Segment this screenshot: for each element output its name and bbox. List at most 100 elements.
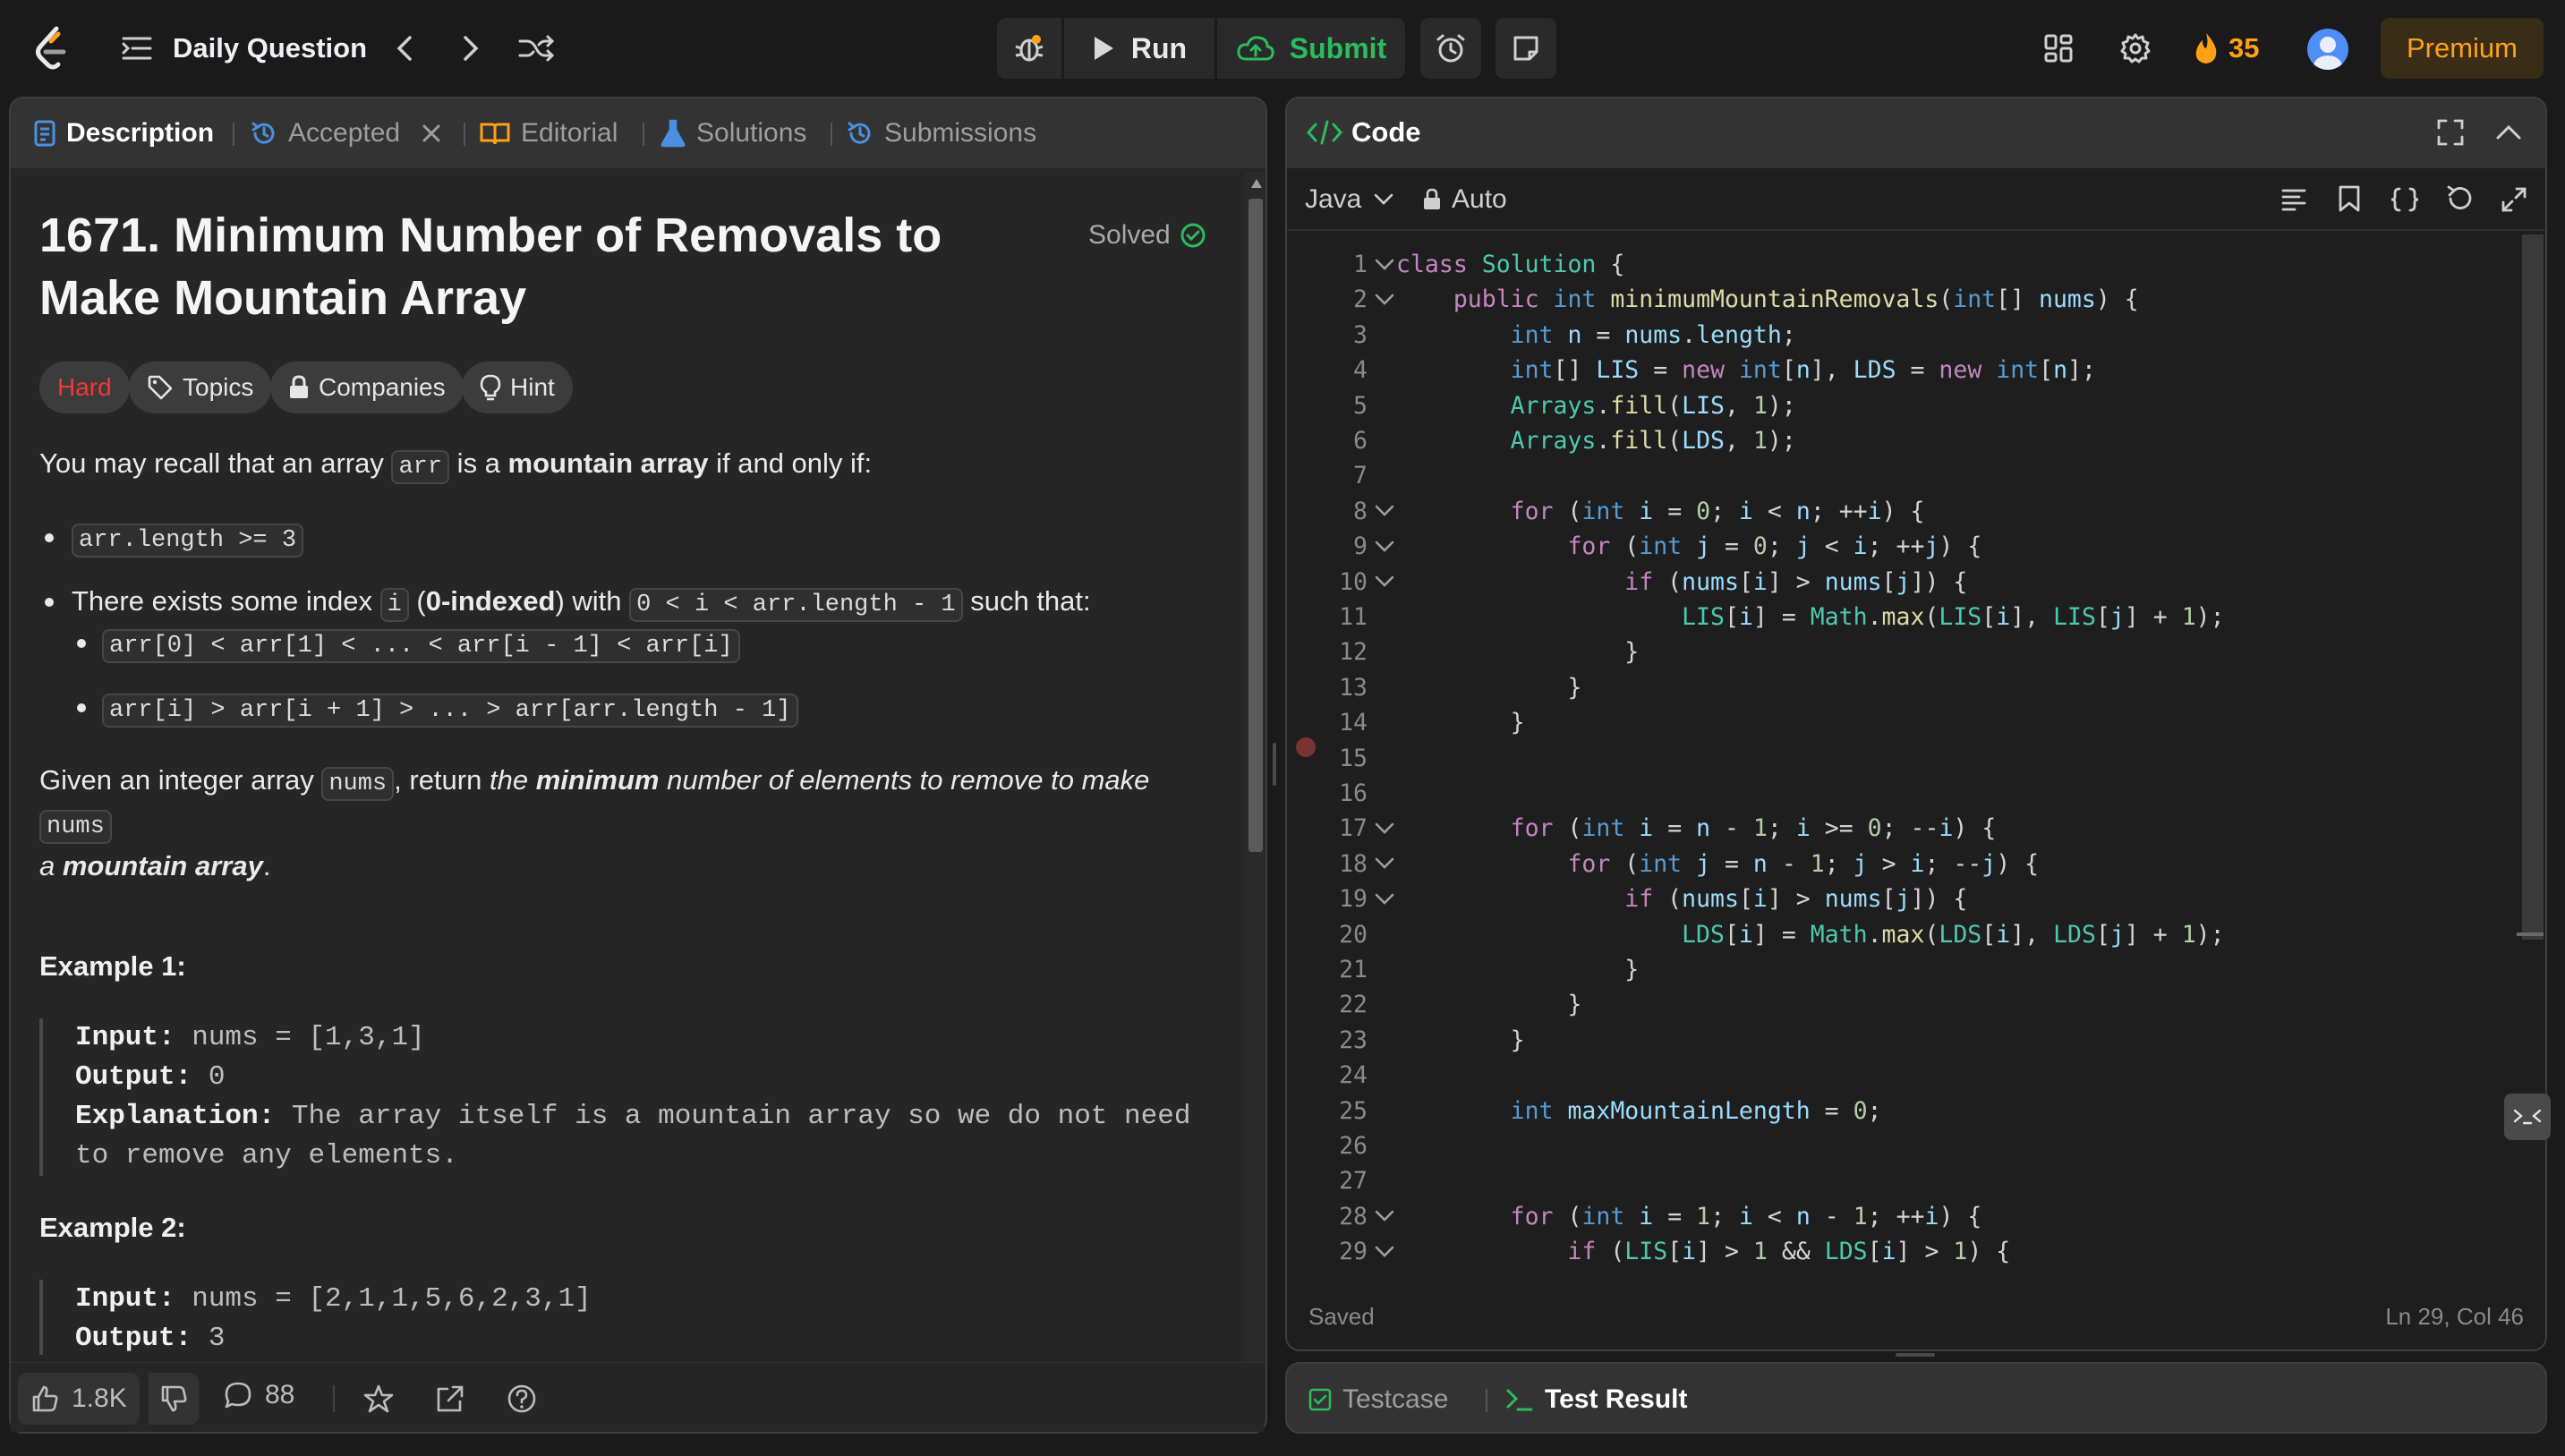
checkbox-icon <box>1308 1388 1332 1411</box>
code-line[interactable]: } <box>1396 987 1581 1022</box>
notes-button[interactable] <box>1496 18 1556 79</box>
code-line[interactable]: int maxMountainLength = 0; <box>1396 1094 1882 1128</box>
code-line[interactable]: } <box>1396 705 1525 740</box>
fold-chevron-icon[interactable] <box>1373 247 1396 282</box>
code-line[interactable]: int[] LIS = new int[n], LDS = new int[n]… <box>1396 353 2096 387</box>
premium-button[interactable]: Premium <box>2381 18 2544 79</box>
code-line[interactable]: if (nums[i] > nums[j]) { <box>1396 881 1967 916</box>
tab-solutions-label: Solutions <box>696 118 807 148</box>
line-number: 29 <box>1339 1238 1368 1266</box>
fold-chevron-icon[interactable] <box>1373 811 1396 846</box>
fold-chevron-icon[interactable] <box>1373 494 1396 529</box>
line-number: 2 <box>1353 285 1368 314</box>
code-line[interactable]: } <box>1396 952 1639 987</box>
bookmark-icon[interactable] <box>2338 184 2361 213</box>
close-tab-icon[interactable] <box>422 123 441 143</box>
tab-test-result[interactable]: Test Result <box>1505 1364 1687 1432</box>
code-line[interactable]: for (int i = 1; i < n - 1; ++i) { <box>1396 1199 1982 1234</box>
previous-question-icon[interactable] <box>388 30 421 66</box>
line-number: 24 <box>1339 1061 1368 1090</box>
tab-divider <box>464 123 465 146</box>
code-line[interactable]: LDS[i] = Math.max(LDS[i], LDS[j] + 1); <box>1396 917 2225 952</box>
code-line[interactable]: LIS[i] = Math.max(LIS[i], LIS[j] + 1); <box>1396 600 2225 634</box>
tab-description[interactable]: Description <box>34 98 214 168</box>
collapse-chevron-up-icon[interactable] <box>2495 120 2522 145</box>
fullscreen-expand-icon[interactable] <box>2501 186 2527 213</box>
fold-chevron-icon[interactable] <box>1373 529 1396 564</box>
maximize-icon[interactable] <box>2436 118 2465 147</box>
code-line[interactable]: for (int i = 0; i < n; ++i) { <box>1396 494 1925 529</box>
layout-grid-icon[interactable] <box>2041 30 2076 66</box>
code-line[interactable]: } <box>1396 670 1581 705</box>
like-button[interactable]: 1.8K <box>18 1373 140 1425</box>
code-line[interactable]: } <box>1396 1023 1525 1058</box>
fold-chevron-icon[interactable] <box>1373 847 1396 881</box>
code-line[interactable]: for (int j = 0; j < i; ++j) { <box>1396 529 1981 564</box>
line-number: 25 <box>1339 1096 1368 1125</box>
code-title-label: Code <box>1351 116 1421 148</box>
tab-submissions[interactable]: Submissions <box>847 98 1036 168</box>
description-scrollbar[interactable] <box>1244 172 1265 1425</box>
fold-chevron-icon[interactable] <box>1373 1234 1396 1269</box>
leetcode-logo-icon[interactable] <box>30 23 72 73</box>
tab-testcase[interactable]: Testcase <box>1308 1364 1448 1432</box>
editor-scrollbar-thumb[interactable] <box>2522 234 2544 940</box>
lock-icon <box>1424 188 1440 209</box>
debug-button[interactable] <box>997 18 1061 79</box>
code-line[interactable]: public int minimumMountainRemovals(int[]… <box>1396 282 2139 317</box>
shuffle-icon[interactable] <box>517 30 555 66</box>
next-question-icon[interactable] <box>455 30 487 66</box>
line-number: 19 <box>1339 885 1368 914</box>
braces-icon[interactable] <box>2390 186 2420 213</box>
panel-resize-handle[interactable] <box>1273 743 1276 786</box>
tab-solutions[interactable]: Solutions <box>660 98 806 168</box>
horizontal-resize-handle[interactable] <box>1896 1353 1935 1357</box>
help-button[interactable] <box>507 1384 537 1414</box>
code-line[interactable]: Arrays.fill(LDS, 1); <box>1396 423 1796 458</box>
share-button[interactable] <box>435 1384 465 1414</box>
code-line[interactable]: class Solution { <box>1396 247 1624 282</box>
user-avatar[interactable] <box>2307 29 2348 70</box>
collapse-arrows-icon <box>2513 1109 2542 1125</box>
dislike-button[interactable] <box>149 1373 199 1425</box>
code-line[interactable]: } <box>1396 634 1639 669</box>
tag-icon <box>148 375 173 400</box>
code-line[interactable]: if (nums[i] > nums[j]) { <box>1396 565 1967 600</box>
tab-accepted[interactable]: Accepted <box>251 98 441 168</box>
code-line[interactable]: if (LIS[i] > 1 && LDS[i] > 1) { <box>1396 1234 2010 1269</box>
hint-tag-button[interactable]: Hint <box>462 362 573 413</box>
tab-editorial[interactable]: Editorial <box>480 98 618 168</box>
fold-chevron-icon[interactable] <box>1373 565 1396 600</box>
language-selector[interactable]: Java <box>1305 184 1393 215</box>
problem-title[interactable]: 1671. Minimum Number of Removals to Make… <box>39 204 1042 329</box>
code-editor[interactable]: 1 class Solution {2 public int minimumMou… <box>1287 233 2520 1350</box>
streak-counter[interactable]: 35 <box>2193 29 2259 68</box>
code-line[interactable]: for (int j = n - 1; j > i; --j) { <box>1396 847 2039 881</box>
scroll-up-icon[interactable] <box>1251 179 1262 188</box>
fold-chevron-icon[interactable] <box>1373 282 1396 317</box>
settings-gear-icon[interactable] <box>2118 30 2153 66</box>
code-line[interactable]: for (int i = n - 1; i >= 0; --i) { <box>1396 811 1997 846</box>
code-line[interactable]: int n = nums.length; <box>1396 318 1796 353</box>
auto-mode-toggle[interactable]: Auto <box>1423 184 1507 215</box>
favorite-button[interactable] <box>363 1384 394 1414</box>
daily-question-title[interactable]: Daily Question <box>173 32 367 64</box>
topics-tag-button[interactable]: Topics <box>129 362 272 413</box>
reset-code-icon[interactable] <box>2445 184 2474 213</box>
timer-button[interactable] <box>1420 18 1481 79</box>
footer-divider <box>333 1385 335 1412</box>
streak-count: 35 <box>2228 32 2260 64</box>
problem-list-icon[interactable] <box>120 30 154 66</box>
fold-chevron-icon[interactable] <box>1373 1199 1396 1234</box>
editor-scrollbar[interactable] <box>2522 234 2544 940</box>
console-toggle-button[interactable] <box>2504 1094 2551 1140</box>
submit-button[interactable]: Submit <box>1217 18 1405 79</box>
comments-button[interactable]: 88 <box>224 1380 294 1410</box>
fold-chevron-icon[interactable] <box>1373 881 1396 916</box>
scrollbar-thumb[interactable] <box>1248 199 1263 852</box>
companies-tag-button[interactable]: Companies <box>270 362 464 413</box>
code-line[interactable]: Arrays.fill(LIS, 1); <box>1396 388 1796 423</box>
line-number: 15 <box>1339 744 1368 772</box>
run-button[interactable]: Run <box>1064 18 1214 79</box>
format-code-icon[interactable] <box>2280 186 2307 213</box>
